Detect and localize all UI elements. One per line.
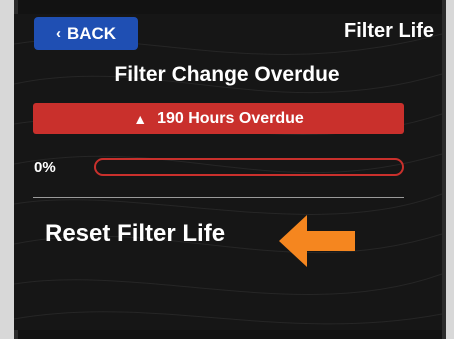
divider [33,197,404,198]
chevron-left-icon: ‹ [55,25,61,42]
back-button-label: BACK [66,23,117,43]
warning-triangle-icon: ▲ [133,110,148,127]
arrow-left-icon [279,215,355,267]
status-title: Filter Change Overdue [114,63,340,86]
overdue-banner-text: 190 Hours Overdue [157,109,304,127]
page-title: Filter Life [343,20,434,42]
overdue-banner: ▲ 190 Hours Overdue [33,103,404,134]
back-button[interactable]: ‹ BACK [34,17,138,50]
filter-life-bar [94,158,404,176]
filter-life-percent: 0% [34,159,56,176]
reset-filter-life-button[interactable]: Reset Filter Life [45,220,225,248]
